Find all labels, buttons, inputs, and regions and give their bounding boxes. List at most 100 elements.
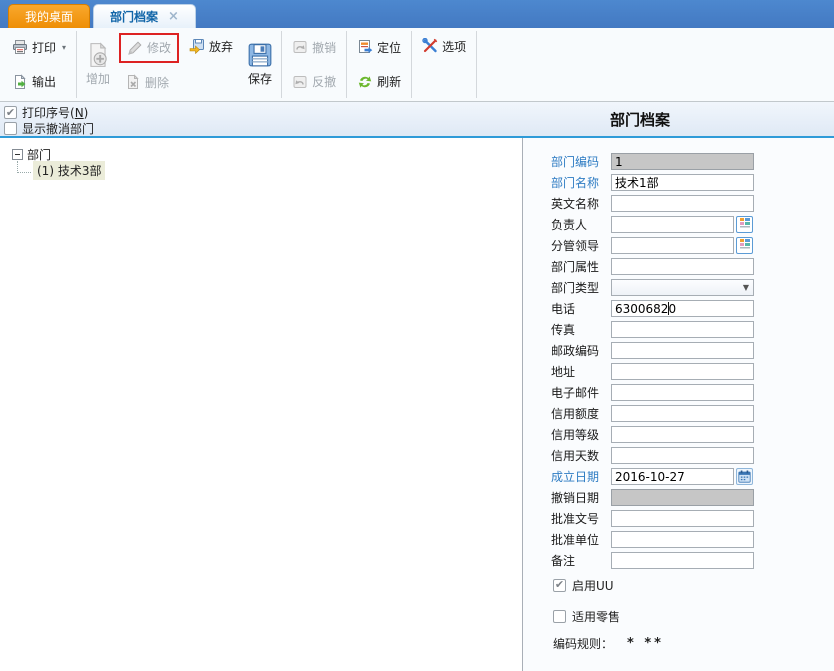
output-button[interactable]: 输出 (6, 66, 72, 98)
leader-input[interactable] (611, 237, 734, 254)
email-input[interactable] (611, 384, 754, 401)
field-label: 信用等级 (551, 426, 611, 443)
form-row: 部门类型 ▼ (523, 277, 834, 298)
credit-days-input[interactable] (611, 447, 754, 464)
manager-input[interactable] (611, 216, 734, 233)
phone-input[interactable] (611, 300, 754, 317)
abandon-button[interactable]: 放弃 (183, 30, 239, 62)
options-group: 选项 (414, 28, 474, 101)
toolbar-separator (411, 31, 412, 98)
field-label: 信用天数 (551, 447, 611, 464)
refresh-button[interactable]: 刷新 (351, 66, 407, 98)
document-x-icon (125, 74, 141, 90)
coding-rule-row: 编码规则： * ** (523, 635, 834, 652)
field-label: 英文名称 (551, 195, 611, 212)
toolbar-separator (76, 31, 77, 98)
print-seq-checkbox-row[interactable]: 打印序号(N) (4, 105, 94, 120)
checkbox-checked-icon[interactable] (4, 106, 17, 119)
form-row: 信用等级 (523, 424, 834, 445)
form-row: 批准单位 (523, 529, 834, 550)
checkbox-unchecked-icon[interactable] (553, 610, 566, 623)
calendar-icon[interactable] (736, 468, 753, 485)
zip-code-input[interactable] (611, 342, 754, 359)
print-label: 打印 (32, 39, 56, 56)
add-button: 增加 (79, 28, 117, 101)
form-row: 部门属性 (523, 256, 834, 277)
field-label: 负责人 (551, 216, 611, 233)
form-row: 地址 (523, 361, 834, 382)
enable-uu-checkbox-row[interactable]: 启用UU (523, 576, 834, 594)
credit-limit-input[interactable] (611, 405, 754, 422)
save-button[interactable]: 保存 (241, 28, 279, 101)
manager-lookup-button[interactable] (736, 216, 753, 233)
collapse-icon[interactable] (12, 149, 23, 160)
field-label: 电子邮件 (551, 384, 611, 401)
checkbox-checked-icon[interactable] (553, 579, 566, 592)
form-row: 传真 (523, 319, 834, 340)
undo-label: 撤销 (312, 39, 336, 56)
dept-name-input[interactable] (611, 174, 754, 191)
retail-checkbox-row[interactable]: 适用零售 (523, 607, 834, 625)
field-label: 撤销日期 (551, 489, 611, 506)
tab-department-archive[interactable]: 部门档案 × (93, 4, 196, 28)
delete-label: 删除 (145, 74, 169, 91)
remark-input[interactable] (611, 552, 754, 569)
form-row: 分管领导 (523, 235, 834, 256)
tree-root-row[interactable]: 部门 (12, 146, 522, 162)
save-label: 保存 (248, 70, 272, 87)
approval-org-input[interactable] (611, 531, 754, 548)
options-button[interactable]: 选项 (416, 30, 472, 62)
toolbar-separator (476, 31, 477, 98)
modify-highlight-box: 修改 (119, 33, 179, 63)
form-row: 批准文号 (523, 508, 834, 529)
reference-grid-icon (739, 238, 751, 253)
form-row: 成立日期 (523, 466, 834, 487)
document-plus-icon (85, 42, 111, 68)
dept-type-select[interactable]: ▼ (611, 279, 754, 296)
form-row: 备注 (523, 550, 834, 571)
tree-node-selected[interactable]: (1) 技术3部 (33, 161, 105, 180)
modify-label: 修改 (147, 39, 171, 56)
form-row: 英文名称 (523, 193, 834, 214)
form-row: 信用天数 (523, 445, 834, 466)
abandon-label: 放弃 (209, 38, 233, 55)
tools-icon (422, 38, 438, 54)
show-revoked-checkbox-row[interactable]: 显示撤消部门 (4, 121, 94, 136)
tree-root-label[interactable]: 部门 (27, 146, 51, 163)
field-label: 电话 (551, 300, 611, 317)
english-name-input[interactable] (611, 195, 754, 212)
print-button[interactable]: 打印 ▾ (6, 31, 72, 63)
redo-icon (292, 74, 308, 90)
field-label: 传真 (551, 321, 611, 338)
tree-node-row[interactable]: (1) 技术3部 (17, 162, 522, 180)
address-input[interactable] (611, 363, 754, 380)
checkbox-unchecked-icon[interactable] (4, 122, 17, 135)
approval-no-input[interactable] (611, 510, 754, 527)
department-form: 部门编码 部门名称 英文名称 负责人 分管领导 (523, 138, 834, 671)
delete-button: 删除 (119, 66, 179, 98)
form-row: 部门编码 (523, 151, 834, 172)
locate-button[interactable]: 定位 (351, 31, 407, 63)
tab-label: 部门档案 (110, 8, 158, 25)
add-label: 增加 (86, 70, 110, 87)
form-row: 部门名称 (523, 172, 834, 193)
coding-rule-label: 编码规则： (553, 635, 613, 652)
modify-delete-group: 修改 删除 (117, 28, 181, 101)
form-row: 撤销日期 (523, 487, 834, 508)
modify-button: 修改 (121, 35, 177, 61)
founded-date-input[interactable] (611, 468, 734, 485)
tab-my-desktop[interactable]: 我的桌面 (8, 4, 90, 28)
chevron-down-icon: ▼ (743, 283, 749, 292)
dept-attr-input[interactable] (611, 258, 754, 275)
toolbar-separator (281, 31, 282, 98)
fax-input[interactable] (611, 321, 754, 338)
credit-grade-input[interactable] (611, 426, 754, 443)
field-label: 部门名称 (551, 174, 611, 191)
field-label: 部门编码 (551, 153, 611, 170)
leader-lookup-button[interactable] (736, 237, 753, 254)
printer-icon (12, 39, 28, 55)
chevron-down-icon[interactable]: ▾ (62, 43, 66, 52)
field-label: 地址 (551, 363, 611, 380)
close-icon[interactable]: × (168, 9, 179, 24)
department-tree-panel: 部门 (1) 技术3部 (0, 138, 523, 671)
